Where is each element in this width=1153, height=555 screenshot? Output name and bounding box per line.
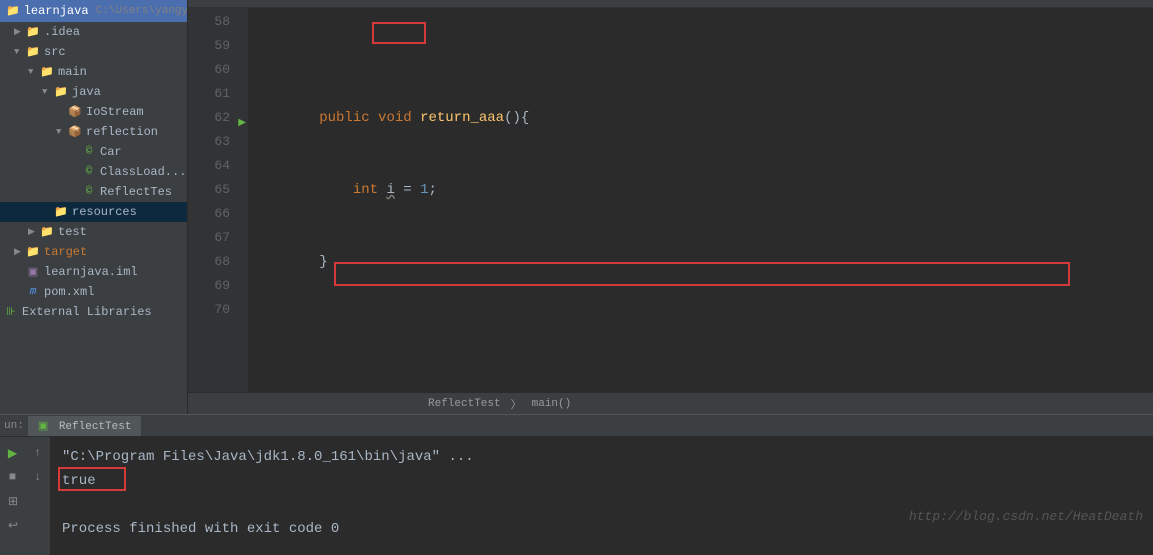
- tree-car[interactable]: © Car: [0, 142, 187, 162]
- code-line: public void return_aaa(){: [248, 106, 1153, 130]
- project-root[interactable]: 📁 learnjava C:\Users\yangyin: [0, 0, 187, 22]
- console-command: "C:\Program Files\Java\jdk1.8.0_161\bin\…: [62, 445, 1141, 469]
- tree-idea[interactable]: ▶ 📁 .idea: [0, 22, 187, 42]
- line-number: 70: [188, 298, 248, 322]
- folder-icon: 📁: [40, 65, 54, 79]
- class-icon: ©: [82, 165, 96, 179]
- line-number: 58: [188, 10, 248, 34]
- tree-main[interactable]: ▼ 📁 main: [0, 62, 187, 82]
- tree-iml[interactable]: ▣ learnjava.iml: [0, 262, 187, 282]
- run-tab-bar: un: ▣ ReflectTest: [0, 415, 1153, 437]
- editor-tab-bar: [188, 0, 1153, 8]
- line-number: 69: [188, 274, 248, 298]
- expand-icon: ▼: [42, 87, 52, 97]
- package-icon: 📦: [68, 105, 82, 119]
- libs-icon: ⊪: [4, 305, 18, 319]
- breadcrumb-method[interactable]: main(): [532, 398, 572, 410]
- package-icon: 📦: [68, 125, 82, 139]
- run-tab[interactable]: ▣ ReflectTest: [28, 416, 142, 436]
- tree-test[interactable]: ▶ 📁 test: [0, 222, 187, 242]
- code-line: int i = 1;: [248, 178, 1153, 202]
- console-output[interactable]: "C:\Program Files\Java\jdk1.8.0_161\bin\…: [50, 437, 1153, 555]
- line-number: 66: [188, 202, 248, 226]
- folder-icon: 📁: [26, 45, 40, 59]
- run-config-icon: ▣: [38, 421, 48, 433]
- line-number: 68: [188, 250, 248, 274]
- annotation-box-println: [334, 262, 1070, 286]
- line-number: 59: [188, 34, 248, 58]
- tree-external-libs[interactable]: ⊪ External Libraries: [0, 302, 187, 322]
- expand-icon: ▼: [14, 47, 24, 57]
- tree-iostream[interactable]: 📦 IoStream: [0, 102, 187, 122]
- line-number: 63: [188, 130, 248, 154]
- line-number: 64: [188, 154, 248, 178]
- class-icon: ©: [82, 185, 96, 199]
- tree-reflecttest[interactable]: © ReflectTes: [0, 182, 187, 202]
- run-label: un:: [0, 420, 28, 432]
- console-result: true: [62, 469, 1141, 493]
- scroll-up-button[interactable]: ↑: [27, 442, 48, 464]
- line-number: 60: [188, 58, 248, 82]
- folder-icon: 📁: [40, 225, 54, 239]
- editor-area: 58 59 60 61 62▶ 63 64 65 66 67 68 69 70 …: [188, 0, 1153, 414]
- tree-reflection[interactable]: ▼ 📦 reflection: [0, 122, 187, 142]
- resources-icon: 📁: [54, 205, 68, 219]
- code-line: [248, 322, 1153, 346]
- annotation-box-true: [58, 467, 126, 491]
- line-number: 62▶: [188, 106, 248, 130]
- layout-button[interactable]: ⊞: [2, 490, 24, 512]
- breadcrumb-class[interactable]: ReflectTest: [428, 398, 501, 410]
- breadcrumb[interactable]: ReflectTest 〉 main(): [188, 392, 1153, 414]
- console-toolbar: ▶ ↑ ■ ↓ ⊞ ↩: [0, 437, 50, 555]
- maven-icon: m: [26, 285, 40, 299]
- rerun-button[interactable]: ▶: [2, 442, 23, 464]
- scroll-down-button[interactable]: ↓: [27, 466, 48, 488]
- run-panel: un: ▣ ReflectTest ▶ ↑ ■ ↓ ⊞ ↩ "C:\Progra: [0, 414, 1153, 554]
- annotation-box-void: [372, 22, 426, 44]
- tree-src[interactable]: ▼ 📁 src: [0, 42, 187, 62]
- tree-target[interactable]: ▶ 📁 target: [0, 242, 187, 262]
- project-name: learnjava: [24, 4, 89, 18]
- class-icon: ©: [82, 145, 96, 159]
- code-editor[interactable]: public void return_aaa(){ int i = 1; } p…: [248, 8, 1153, 392]
- folder-icon: 📁: [26, 25, 40, 39]
- expand-icon: ▼: [28, 67, 38, 77]
- folder-icon: 📁: [54, 85, 68, 99]
- line-number: 65: [188, 178, 248, 202]
- folder-icon: 📁: [26, 245, 40, 259]
- line-number: 67: [188, 226, 248, 250]
- watermark: http://blog.csdn.net/HeatDeath: [909, 509, 1143, 524]
- expand-icon: ▼: [56, 127, 66, 137]
- expand-icon: ▶: [14, 247, 24, 257]
- tree-resources[interactable]: 📁 resources: [0, 202, 187, 222]
- expand-icon: ▶: [28, 227, 38, 237]
- breadcrumb-sep: 〉: [511, 396, 522, 412]
- expand-icon: ▶: [14, 27, 24, 37]
- project-sidebar: 📁 learnjava C:\Users\yangyin ▶ 📁 .idea ▼…: [0, 0, 188, 414]
- iml-icon: ▣: [26, 265, 40, 279]
- wrap-button[interactable]: ↩: [2, 514, 24, 536]
- project-path: C:\Users\yangyin: [96, 5, 188, 17]
- tree-pom[interactable]: m pom.xml: [0, 282, 187, 302]
- line-number: 61: [188, 82, 248, 106]
- project-icon: 📁: [6, 4, 20, 18]
- stop-button[interactable]: ■: [2, 466, 23, 488]
- editor-gutter[interactable]: 58 59 60 61 62▶ 63 64 65 66 67 68 69 70: [188, 8, 248, 392]
- tree-java[interactable]: ▼ 📁 java: [0, 82, 187, 102]
- tree-classload[interactable]: © ClassLoad...: [0, 162, 187, 182]
